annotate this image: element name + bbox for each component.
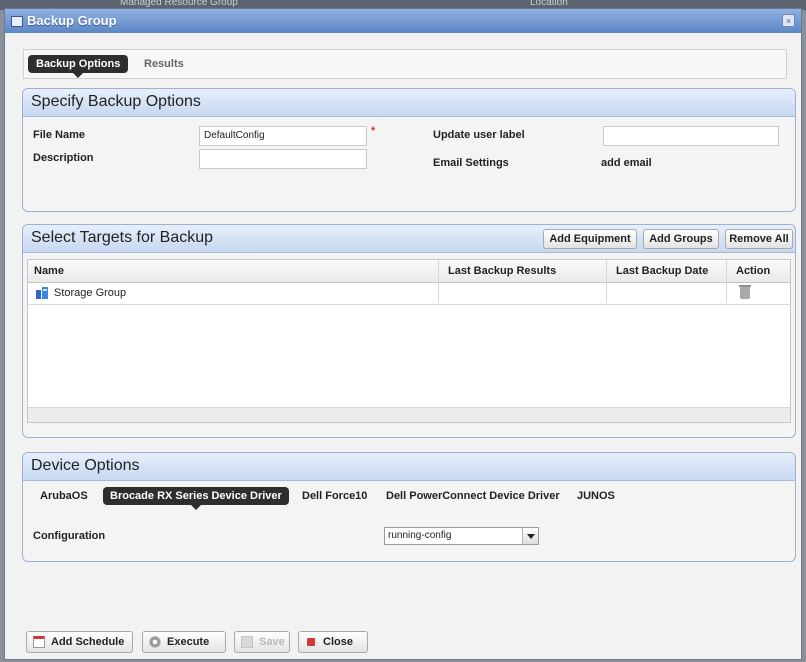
- column-header-action[interactable]: Action: [730, 260, 770, 282]
- targets-panel: Select Targets for Backup Add Equipment …: [22, 224, 796, 438]
- panel-title: Select Targets for Backup: [31, 229, 214, 246]
- configuration-label: Configuration: [33, 530, 106, 542]
- add-email-link[interactable]: add email: [601, 157, 652, 169]
- execute-button[interactable]: Execute: [142, 631, 226, 653]
- execute-label: Execute: [167, 636, 210, 648]
- column-header-last-backup-results[interactable]: Last Backup Results: [442, 260, 556, 282]
- close-icon[interactable]: ×: [782, 14, 795, 27]
- update-user-label-input[interactable]: [603, 126, 779, 146]
- backup-group-dialog: Backup Group × Backup Options Results Sp…: [4, 8, 802, 660]
- device-options-panel: Device Options ArubaOS Brocade RX Series…: [22, 452, 796, 562]
- add-groups-button[interactable]: Add Groups: [643, 229, 719, 249]
- storage-group-icon: [36, 287, 48, 299]
- update-user-label: Update user label: [433, 129, 525, 141]
- add-equipment-button[interactable]: Add Equipment: [543, 229, 637, 249]
- remove-all-button[interactable]: Remove All: [725, 229, 793, 249]
- panel-header: Device Options: [23, 453, 795, 481]
- dialog-titlebar[interactable]: Backup Group ×: [5, 9, 801, 33]
- panel-header: Select Targets for Backup Add Equipment …: [23, 225, 795, 253]
- table-row[interactable]: Storage Group: [28, 282, 790, 305]
- add-schedule-button[interactable]: Add Schedule: [26, 631, 133, 653]
- add-schedule-label: Add Schedule: [51, 636, 125, 648]
- configuration-select[interactable]: running-config: [384, 527, 539, 545]
- tab-brocade-rx-series[interactable]: Brocade RX Series Device Driver: [103, 487, 289, 510]
- file-name-label: File Name: [33, 129, 85, 141]
- dialog-title: Backup Group: [27, 13, 117, 28]
- close-button[interactable]: Close: [298, 631, 368, 653]
- background-strip-text: Managed Resource Group: [120, 0, 238, 8]
- save-icon: [241, 636, 253, 648]
- panel-title: Specify Backup Options: [31, 93, 201, 110]
- main-tab-bar: Backup Options Results: [23, 49, 787, 79]
- table-header: Name Last Backup Results Last Backup Dat…: [28, 260, 790, 283]
- email-settings-label: Email Settings: [433, 157, 509, 169]
- column-header-name[interactable]: Name: [28, 260, 64, 282]
- close-label: Close: [323, 636, 353, 648]
- table-horizontal-scrollbar[interactable]: [28, 407, 790, 422]
- window-icon: [11, 16, 23, 27]
- calendar-icon: [33, 636, 45, 648]
- save-button[interactable]: Save: [234, 631, 290, 653]
- backup-options-panel: Specify Backup Options File Name Default…: [22, 88, 796, 212]
- targets-table: Name Last Backup Results Last Backup Dat…: [27, 259, 791, 423]
- tab-results[interactable]: Results: [136, 55, 192, 73]
- gear-icon: [149, 636, 161, 648]
- configuration-select-value: running-config: [388, 530, 452, 541]
- required-marker: *: [371, 125, 376, 137]
- tab-arubaos[interactable]: ArubaOS: [33, 487, 95, 505]
- tab-dell-force10[interactable]: Dell Force10: [295, 487, 374, 505]
- target-name-cell: Storage Group: [54, 287, 127, 299]
- save-label: Save: [259, 636, 285, 648]
- tab-junos[interactable]: JUNOS: [570, 487, 622, 505]
- description-input[interactable]: [199, 149, 367, 169]
- chevron-down-icon[interactable]: [522, 528, 538, 544]
- close-icon: [307, 638, 315, 646]
- panel-header: Specify Backup Options: [23, 89, 795, 117]
- tab-dell-powerconnect[interactable]: Dell PowerConnect Device Driver: [379, 487, 567, 505]
- file-name-input[interactable]: DefaultConfig: [199, 126, 367, 146]
- column-header-last-backup-date[interactable]: Last Backup Date: [610, 260, 708, 282]
- trash-icon[interactable]: [739, 285, 751, 299]
- tab-backup-options[interactable]: Backup Options: [28, 55, 129, 78]
- background-strip-text: Location: [530, 0, 568, 8]
- panel-title: Device Options: [31, 457, 140, 474]
- description-label: Description: [33, 152, 94, 164]
